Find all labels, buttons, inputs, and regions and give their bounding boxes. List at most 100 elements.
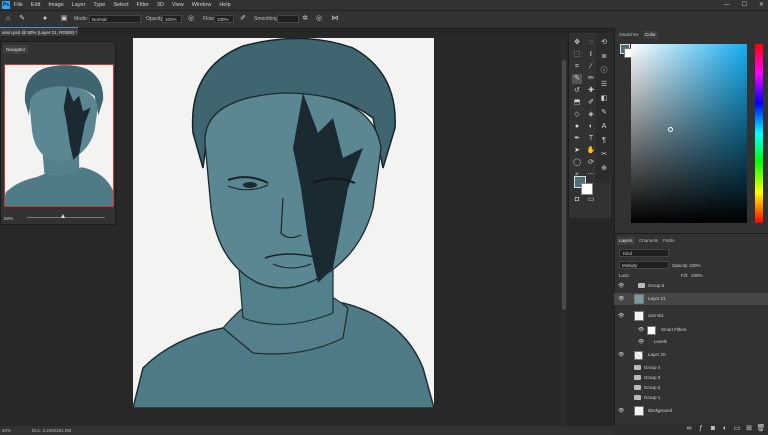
tab-swatches[interactable]: Swatches: [617, 31, 641, 39]
rotate-view-icon[interactable]: ⟳: [586, 158, 596, 168]
menu-image[interactable]: Image: [48, 0, 63, 10]
visibility-eye-icon[interactable]: 👁: [638, 325, 644, 335]
navigator-zoom-slider[interactable]: [27, 217, 105, 218]
menu-filter[interactable]: Filter: [137, 0, 149, 10]
tab-channels[interactable]: Channels: [637, 237, 660, 245]
type-tool-icon[interactable]: T: [586, 134, 596, 144]
navigator-zoom-value[interactable]: 50%: [4, 216, 13, 221]
pressure-opacity-icon[interactable]: ◎: [186, 14, 196, 24]
menu-type[interactable]: Type: [93, 0, 105, 10]
layer-name[interactable]: Levels: [654, 337, 667, 347]
layer-name[interactable]: Group 4: [644, 363, 660, 373]
visibility-eye-icon[interactable]: 👁: [618, 310, 624, 322]
tab-paths[interactable]: Paths: [661, 237, 677, 245]
background-color-swatch[interactable]: [581, 183, 593, 195]
paragraph-panel-icon[interactable]: ¶: [599, 136, 609, 146]
layer-row[interactable]: 👁 скетч01: [614, 310, 768, 324]
layer-row[interactable]: 👁 Group 5: [614, 281, 768, 291]
dodge-tool-icon[interactable]: ◐: [586, 122, 596, 132]
quick-mask-icon[interactable]: ◘: [572, 195, 582, 205]
layer-filter-select[interactable]: Kind: [619, 249, 669, 257]
ellipse-tool-icon[interactable]: ◯: [572, 158, 582, 168]
marquee-tool-icon[interactable]: ⬚: [572, 50, 582, 60]
adjustments-panel-icon[interactable]: ◧: [599, 94, 609, 104]
paint-bucket-icon[interactable]: ◈: [586, 110, 596, 120]
visibility-eye-icon[interactable]: 👁: [618, 293, 624, 305]
glyphs-panel-icon[interactable]: ⊕: [599, 164, 609, 174]
document-tab[interactable]: amin.psd @ 50% (Layer 21, RGB/8) *: [0, 27, 78, 36]
menu-layer[interactable]: Layer: [72, 0, 86, 10]
history-brush-icon[interactable]: ↺: [572, 86, 582, 96]
layer-row[interactable]: 👁 Layer 20: [614, 350, 768, 360]
layer-row-selected[interactable]: 👁 Layer 21: [614, 293, 768, 305]
layer-row[interactable]: Group 3: [614, 373, 768, 383]
tab-color[interactable]: Color: [643, 31, 658, 39]
layer-name[interactable]: Layer 20: [648, 350, 666, 360]
layer-name[interactable]: Group 1: [644, 393, 660, 403]
properties-panel-icon[interactable]: ≣: [599, 52, 609, 62]
new-group-icon[interactable]: ▭: [732, 424, 742, 434]
layer-row[interactable]: 👁 Smart Filters: [614, 325, 768, 335]
artwork-canvas[interactable]: [133, 38, 434, 408]
layer-name[interactable]: Group 3: [644, 373, 660, 383]
layer-row[interactable]: Group 4: [614, 363, 768, 373]
flow-field[interactable]: 100%: [214, 15, 234, 23]
color-picker-marker[interactable]: [668, 127, 673, 132]
visibility-eye-icon[interactable]: 👁: [618, 405, 624, 417]
new-layer-icon[interactable]: ⊞: [744, 424, 754, 434]
brush-preset-icon[interactable]: ●: [40, 14, 50, 24]
mask-icon[interactable]: ◙: [708, 424, 718, 434]
menu-edit[interactable]: Edit: [31, 0, 40, 10]
pressure-size-icon[interactable]: ◎: [314, 14, 324, 24]
pen-tool-icon[interactable]: ✒: [572, 134, 582, 144]
visibility-eye-icon[interactable]: 👁: [618, 281, 624, 291]
lasso-tool-icon[interactable]: ℓ: [586, 50, 596, 60]
blend-mode-select[interactable]: Multiply: [619, 261, 669, 269]
menu-select[interactable]: Select: [113, 0, 128, 10]
screen-mode-icon[interactable]: ▭: [586, 195, 596, 205]
eraser-tool-icon[interactable]: ◇: [572, 110, 582, 120]
hand-tool-icon[interactable]: ✋: [586, 146, 596, 156]
visibility-eye-icon[interactable]: 👁: [638, 337, 644, 347]
brush-tool-icon[interactable]: ✎: [17, 14, 27, 24]
brush-settings-icon[interactable]: ▣: [59, 14, 69, 24]
libraries-panel-icon[interactable]: ☰: [599, 80, 609, 90]
gear-icon[interactable]: ✲: [300, 14, 310, 24]
layer-name[interactable]: скетч01: [648, 310, 664, 322]
mode-select[interactable]: Normal: [89, 15, 141, 23]
smoothing-field[interactable]: [277, 15, 299, 23]
healing-tool-icon[interactable]: ✚: [586, 86, 596, 96]
layer-name[interactable]: Group 2: [644, 383, 660, 393]
close-icon[interactable]: ✕: [759, 0, 764, 10]
navigator-preview[interactable]: [4, 64, 114, 207]
hue-slider[interactable]: [755, 44, 763, 223]
vertical-scroll-thumb[interactable]: [562, 60, 566, 310]
navigator-slider-knob[interactable]: [61, 214, 65, 218]
layer-name[interactable]: Group 5: [648, 281, 664, 291]
airbrush-icon[interactable]: ✐: [238, 14, 248, 24]
symmetry-icon[interactable]: ⋈: [330, 14, 340, 24]
color-picker-field[interactable]: [631, 44, 747, 223]
eyedropper-tool-icon[interactable]: ⁄: [586, 62, 596, 72]
layer-row[interactable]: 👁 Levels: [614, 337, 768, 347]
pencil-tool-icon[interactable]: ✏: [586, 74, 596, 84]
adjustment-layer-icon[interactable]: ◐: [720, 424, 730, 434]
layer-name[interactable]: Background: [648, 405, 672, 417]
fx-icon[interactable]: ƒ: [696, 424, 706, 434]
path-selection-icon[interactable]: ➤: [572, 146, 582, 156]
move-tool-icon[interactable]: ✥: [572, 38, 582, 48]
tool-presets-icon[interactable]: ✂: [599, 150, 609, 160]
brush-tool-icon[interactable]: ✎: [572, 74, 582, 84]
fill-value[interactable]: 100%: [691, 273, 703, 278]
menu-help[interactable]: Help: [219, 0, 230, 10]
mixer-brush-icon[interactable]: ✐: [586, 98, 596, 108]
menu-window[interactable]: Window: [192, 0, 212, 10]
layer-opacity-value[interactable]: 100%: [689, 263, 701, 268]
crop-tool-icon[interactable]: ⌗: [572, 62, 582, 72]
maximize-icon[interactable]: ☐: [742, 0, 747, 10]
layer-name[interactable]: Layer 21: [648, 293, 666, 305]
more-tools-icon[interactable]: ⋯: [586, 170, 596, 180]
brushes-panel-icon[interactable]: ✎: [599, 108, 609, 118]
status-zoom[interactable]: 50%: [2, 428, 11, 433]
history-panel-icon[interactable]: ⟲: [599, 38, 609, 48]
